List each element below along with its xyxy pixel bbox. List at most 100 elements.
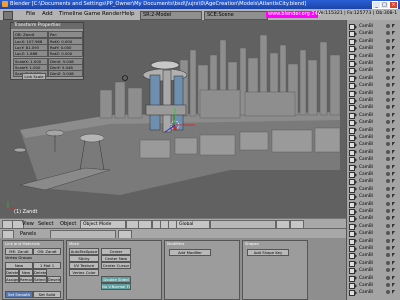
outliner-row[interactable]: CamBl [349, 60, 399, 67]
visibility-icon[interactable] [386, 31, 390, 36]
center-cursor-button[interactable]: Center Cursor [101, 262, 131, 269]
expand-arrow-icon[interactable] [355, 61, 357, 66]
expand-arrow-icon[interactable] [355, 268, 357, 273]
select-button[interactable]: Select [33, 276, 47, 283]
visibility-icon[interactable] [386, 260, 390, 265]
outliner-row[interactable]: CamBl [349, 112, 399, 119]
visibility-icon[interactable] [386, 46, 390, 51]
expand-arrow-icon[interactable] [355, 91, 357, 96]
dimz-field[interactable]: DimZ: 5.048 [48, 70, 83, 77]
menu-add[interactable]: Add [42, 11, 53, 17]
outliner-row[interactable]: CamBl [349, 186, 399, 193]
visibility-icon[interactable] [386, 24, 390, 28]
visibility-icon[interactable] [386, 38, 390, 43]
outliner-row[interactable]: CamBl [349, 134, 399, 141]
visibility-icon[interactable] [386, 164, 390, 169]
select-arrow-icon[interactable] [392, 127, 395, 132]
center-button[interactable]: Center [101, 248, 131, 255]
outliner-row[interactable]: CamBl [349, 223, 399, 230]
visibility-icon[interactable] [386, 68, 390, 73]
window-type-icon[interactable] [3, 11, 13, 20]
select-arrow-icon[interactable] [392, 112, 395, 117]
outliner-row[interactable]: CamBl [349, 238, 399, 245]
expand-arrow-icon[interactable] [355, 165, 357, 170]
outliner-row[interactable]: CamBl [349, 127, 399, 134]
visibility-icon[interactable] [386, 275, 390, 280]
select-arrow-icon[interactable] [392, 31, 395, 36]
visibility-icon[interactable] [386, 223, 390, 228]
outliner-row[interactable]: CamBl [349, 82, 399, 90]
select-arrow-icon[interactable] [392, 105, 395, 110]
delete-material-button[interactable]: Delete [33, 269, 47, 276]
expand-arrow-icon[interactable] [355, 68, 357, 73]
outliner-row[interactable]: CamBl [349, 53, 399, 60]
set-smooth-button[interactable]: Set Smooth [5, 291, 33, 298]
expand-arrow-icon[interactable] [355, 246, 357, 251]
select-arrow-icon[interactable] [392, 83, 395, 88]
expand-arrow-icon[interactable] [355, 187, 357, 192]
screen-selector[interactable]: SR:2-Model [140, 11, 202, 20]
scene-selector[interactable]: SCE:Scene [204, 11, 268, 20]
visibility-icon[interactable] [386, 149, 390, 154]
select-arrow-icon[interactable] [392, 253, 395, 258]
expand-arrow-icon[interactable] [355, 231, 357, 236]
outliner-row[interactable]: CamBl [349, 90, 399, 97]
double-sided-toggle[interactable]: Double Sided [101, 276, 131, 283]
menu-view[interactable]: View [22, 221, 34, 227]
select-arrow-icon[interactable] [392, 231, 395, 236]
expand-arrow-icon[interactable] [355, 194, 357, 199]
no-vnormal-flip-toggle[interactable]: No V.Normal Flip [101, 283, 131, 290]
select-arrow-icon[interactable] [392, 68, 395, 73]
select-arrow-icon[interactable] [392, 290, 395, 295]
outliner-row[interactable]: CamBl [349, 141, 399, 149]
select-arrow-icon[interactable] [392, 120, 395, 125]
select-arrow-icon[interactable] [392, 223, 395, 228]
visibility-icon[interactable] [386, 283, 390, 287]
select-arrow-icon[interactable] [392, 275, 395, 280]
outliner-row[interactable]: CamBl [349, 149, 399, 156]
outliner-row[interactable]: CamBl [349, 215, 399, 223]
expand-arrow-icon[interactable] [355, 76, 357, 81]
outliner-row[interactable]: CamBl [349, 282, 399, 289]
add-shape-key-button[interactable]: Add Shape Key [247, 249, 289, 256]
select-arrow-icon[interactable] [392, 238, 395, 243]
visibility-icon[interactable] [386, 105, 390, 110]
visibility-icon[interactable] [386, 179, 390, 184]
select-arrow-icon[interactable] [392, 260, 395, 265]
expand-arrow-icon[interactable] [355, 276, 357, 281]
menu-help[interactable]: Help [122, 11, 135, 17]
outliner-row[interactable]: CamBl [349, 178, 399, 186]
visibility-icon[interactable] [386, 135, 390, 139]
expand-arrow-icon[interactable] [355, 224, 357, 229]
expand-arrow-icon[interactable] [355, 179, 357, 184]
expand-arrow-icon[interactable] [355, 157, 357, 162]
parent-field[interactable]: Par: [48, 31, 83, 38]
visibility-icon[interactable] [386, 194, 390, 199]
select-arrow-icon[interactable] [392, 194, 395, 199]
remove-button[interactable]: Remove [19, 276, 33, 283]
outliner-row[interactable]: CamBl [349, 267, 399, 275]
outliner[interactable]: CamBl CamBl CamBl CamBl CamBl CamBl CamBl CamBl… [346, 20, 400, 300]
select-arrow-icon[interactable] [392, 98, 395, 102]
expand-arrow-icon[interactable] [355, 172, 357, 177]
outliner-row[interactable]: CamBl [349, 119, 399, 127]
expand-arrow-icon[interactable] [355, 83, 357, 88]
visibility-icon[interactable] [386, 268, 390, 273]
close-button[interactable]: × [389, 1, 398, 9]
outliner-row[interactable]: CamBl [349, 97, 399, 104]
expand-arrow-icon[interactable] [355, 209, 357, 214]
expand-arrow-icon[interactable] [355, 261, 357, 266]
expand-arrow-icon[interactable] [355, 24, 357, 29]
expand-arrow-icon[interactable] [355, 120, 357, 125]
sticky-button[interactable]: Sticky [69, 255, 99, 262]
delete-button[interactable]: Delete [5, 269, 19, 276]
outliner-row[interactable]: CamBl [349, 104, 399, 112]
maximize-button[interactable]: □ [380, 1, 389, 9]
menu-object[interactable]: Object [60, 221, 76, 227]
expand-arrow-icon[interactable] [355, 105, 357, 110]
expand-arrow-icon[interactable] [355, 253, 357, 258]
select-arrow-icon[interactable] [392, 38, 395, 43]
locz-field[interactable]: LocZ: 1.888 [13, 50, 48, 57]
menu-timeline[interactable]: Timeline [59, 11, 82, 17]
menu-game[interactable]: Game [84, 11, 100, 17]
